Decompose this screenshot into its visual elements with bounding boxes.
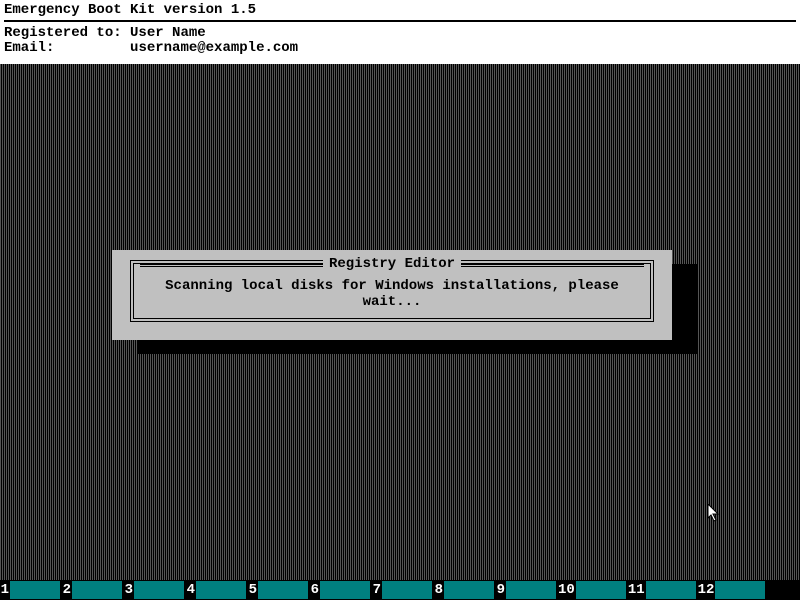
header-bar: Emergency Boot Kit version 1.5 Registere…	[0, 0, 800, 64]
fkey-number: 7	[372, 582, 382, 598]
registered-label: Registered to:	[4, 25, 122, 41]
fkey-label	[196, 581, 246, 599]
title-rule-right	[461, 264, 644, 267]
dialog-outer-border: Registry Editor Scanning local disks for…	[130, 260, 654, 322]
fkey-number: 4	[186, 582, 196, 598]
fkey-label	[10, 581, 60, 599]
workspace-area: Registry Editor Scanning local disks for…	[0, 64, 800, 580]
fkey-12[interactable]: 12	[698, 580, 768, 600]
app-title: Emergency Boot Kit version 1.5	[4, 2, 796, 20]
dialog-title: Registry Editor	[323, 256, 461, 272]
fkey-8[interactable]: 8	[434, 580, 496, 600]
registered-value: User Name	[130, 25, 206, 41]
fkey-1[interactable]: 1	[0, 580, 62, 600]
fkey-number: 1	[0, 582, 10, 598]
fkey-5[interactable]: 5	[248, 580, 310, 600]
fkey-label	[506, 581, 556, 599]
fkey-label	[646, 581, 696, 599]
dialog-inner-border: Registry Editor Scanning local disks for…	[133, 263, 651, 319]
registered-line: Registered to: User Name	[4, 26, 796, 41]
fkey-label	[444, 581, 494, 599]
fkey-label	[320, 581, 370, 599]
fkey-number: 5	[248, 582, 258, 598]
fkey-11[interactable]: 11	[628, 580, 698, 600]
fkey-label	[72, 581, 122, 599]
fkey-label	[134, 581, 184, 599]
fkey-number: 8	[434, 582, 444, 598]
fkey-6[interactable]: 6	[310, 580, 372, 600]
mouse-cursor-icon	[708, 504, 722, 524]
dialog-message: Scanning local disks for Windows install…	[140, 276, 644, 310]
fkey-number: 2	[62, 582, 72, 598]
dialog-title-row: Registry Editor	[140, 256, 644, 272]
email-value: username@example.com	[130, 40, 298, 56]
header-divider	[4, 20, 796, 22]
registry-editor-dialog: Registry Editor Scanning local disks for…	[112, 250, 672, 340]
fkey-label	[258, 581, 308, 599]
fkey-10[interactable]: 10	[558, 580, 628, 600]
fkey-label	[576, 581, 626, 599]
fkey-2[interactable]: 2	[62, 580, 124, 600]
title-rule-left	[140, 264, 323, 267]
fkey-9[interactable]: 9	[496, 580, 558, 600]
fkey-3[interactable]: 3	[124, 580, 186, 600]
fkey-number: 10	[558, 582, 576, 598]
fkey-number: 11	[628, 582, 646, 598]
fkey-label	[715, 581, 765, 599]
fkey-number: 6	[310, 582, 320, 598]
fkey-number: 9	[496, 582, 506, 598]
function-key-bar: 123456789101112	[0, 580, 800, 600]
fkey-4[interactable]: 4	[186, 580, 248, 600]
fkey-label	[382, 581, 432, 599]
fkey-number: 12	[698, 582, 716, 598]
fkey-7[interactable]: 7	[372, 580, 434, 600]
email-line: Email: username@example.com	[4, 41, 796, 56]
fkey-number: 3	[124, 582, 134, 598]
email-label: Email:	[4, 40, 54, 56]
